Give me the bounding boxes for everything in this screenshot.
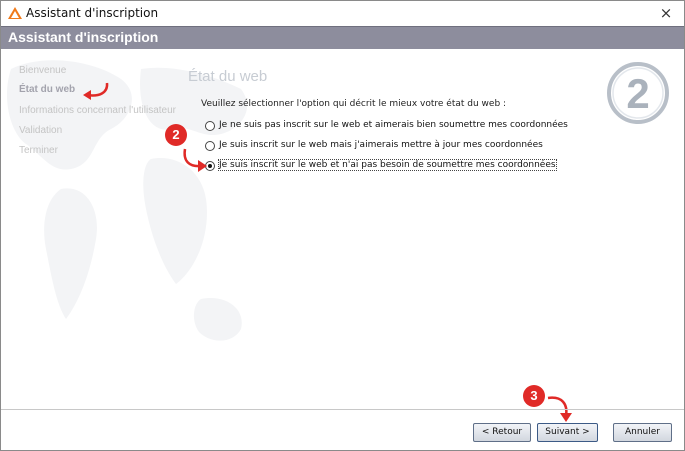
step-number-text: 2 bbox=[626, 70, 649, 117]
option-label: Je suis inscrit sur le web et n'ai pas b… bbox=[218, 159, 557, 171]
back-button[interactable]: < Retour bbox=[473, 423, 531, 442]
annotation-arrow-option-icon bbox=[183, 148, 207, 172]
wizard-header-title: Assistant d'inscription bbox=[8, 29, 159, 45]
radio-button[interactable] bbox=[205, 121, 215, 131]
sidebar-item-etat-du-web: État du web bbox=[19, 84, 76, 95]
cancel-button[interactable]: Annuler bbox=[613, 423, 672, 442]
app-logo-icon bbox=[8, 7, 22, 19]
wizard-steps-sidebar: Bienvenue État du web Informations conce… bbox=[1, 49, 181, 409]
option-label: Je suis inscrit sur le web mais j'aimera… bbox=[219, 140, 543, 150]
wizard-header: Assistant d'inscription bbox=[1, 26, 684, 49]
annotation-badge-3: 3 bbox=[523, 385, 545, 407]
sidebar-item-bienvenue: Bienvenue bbox=[19, 65, 67, 76]
sidebar-item-terminer: Terminer bbox=[19, 145, 58, 156]
sidebar-item-validation: Validation bbox=[19, 125, 63, 136]
annotation-badge-2: 2 bbox=[165, 124, 187, 146]
annotation-arrow-sidebar-icon bbox=[83, 82, 109, 100]
page-title: État du web bbox=[188, 68, 268, 85]
window-title: Assistant d'inscription bbox=[26, 6, 159, 20]
footer-divider bbox=[1, 409, 684, 410]
step-number-badge: 2 bbox=[607, 62, 669, 124]
title-bar: Assistant d'inscription × bbox=[1, 1, 684, 26]
option-prompt: Veuillez sélectionner l'option qui décri… bbox=[201, 99, 507, 109]
next-button[interactable]: Suivant > bbox=[537, 423, 598, 442]
close-button[interactable]: × bbox=[652, 2, 680, 24]
sidebar-item-informations: Informations concernant l'utilisateur bbox=[19, 105, 176, 116]
option-label: Je ne suis pas inscrit sur le web et aim… bbox=[219, 120, 568, 130]
wizard-window: Assistant d'inscription × Assistant d'in… bbox=[0, 0, 685, 451]
